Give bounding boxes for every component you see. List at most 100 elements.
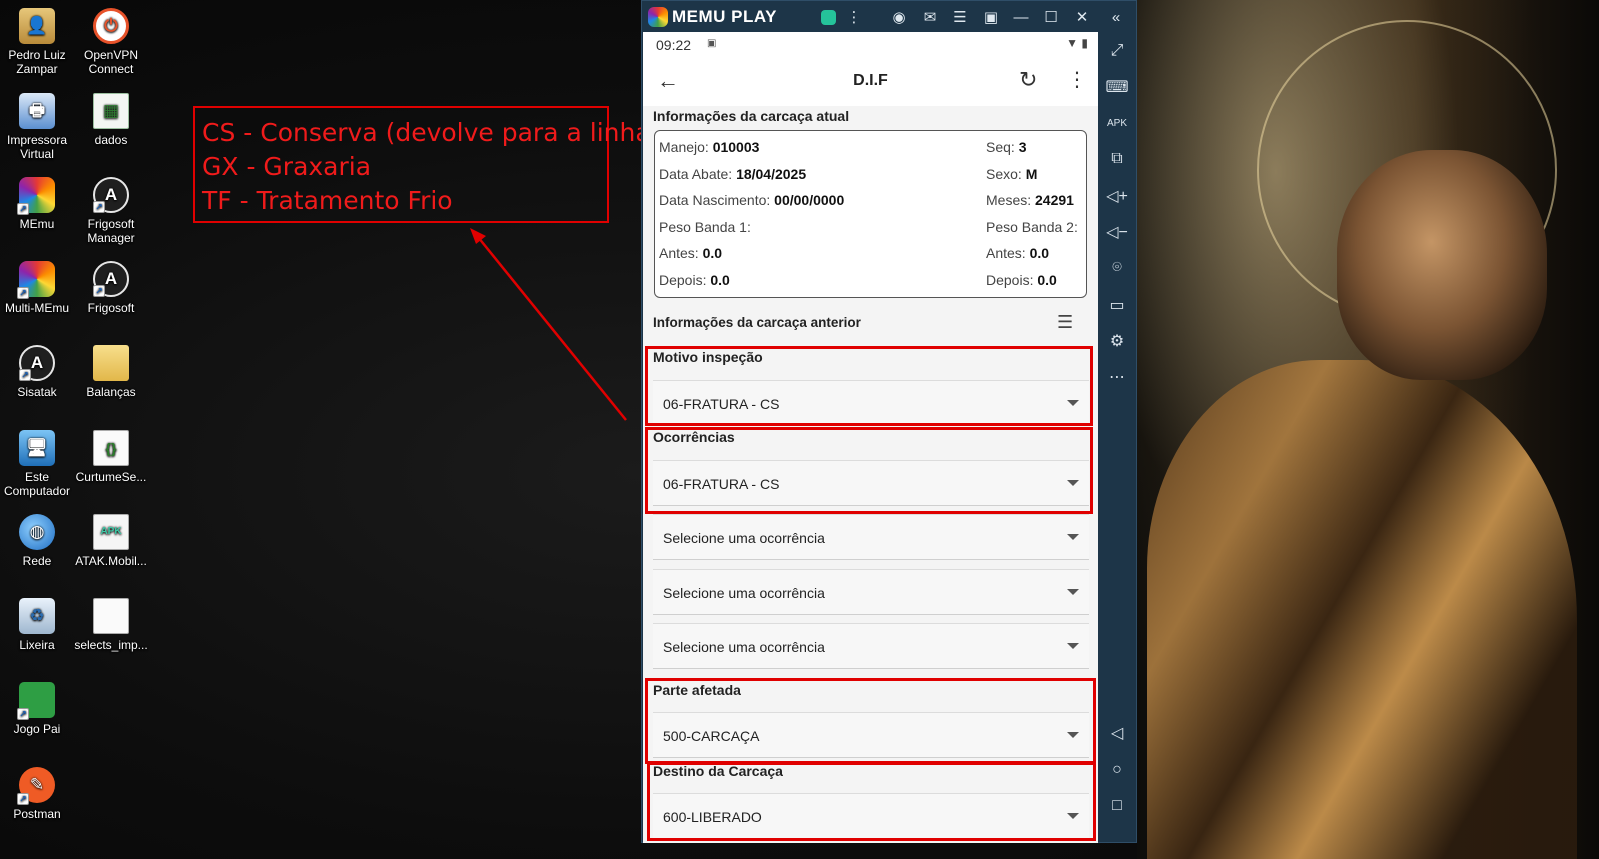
destino-carcaca-select[interactable]: 600-LIBERADO xyxy=(653,793,1089,839)
ocorrencia-select-1[interactable]: 06-FRATURA - CS xyxy=(653,460,1089,506)
desktop-icon-label: Jogo Pai xyxy=(13,722,61,736)
hamburger-menu-icon[interactable]: ☰ xyxy=(1057,312,1073,333)
meses-label: Meses: xyxy=(986,192,1032,208)
apk-install-icon[interactable]: APK xyxy=(1105,111,1129,135)
current-carcass-card: Manejo: 010003 Seq: 3 Data Abate: 18/04/… xyxy=(654,130,1087,298)
status-bar: 09:22 ▣ ▼ ▮ xyxy=(643,32,1098,58)
motivo-inspecao-select[interactable]: 06-FRATURA - CS xyxy=(653,380,1089,426)
antes-2-value: 0.0 xyxy=(1029,245,1050,261)
desktop-icon-label: Este Computador xyxy=(3,470,71,498)
collapse-icon[interactable]: « xyxy=(1105,6,1127,28)
network-icon: ◍ xyxy=(19,514,55,550)
meses-value: 24291 xyxy=(1035,192,1074,208)
destino-carcaca-value: 600-LIBERADO xyxy=(663,809,762,825)
folder-icon[interactable]: ▭ xyxy=(1105,293,1129,317)
ocorrencia-placeholder-4: Selecione uma ocorrência xyxy=(663,639,825,655)
volume-up-icon[interactable]: ◁+ xyxy=(1105,184,1129,208)
keyboard-icon[interactable]: ⌨ xyxy=(1105,75,1129,99)
folder-icon: ↗ xyxy=(17,682,55,720)
text-file-icon xyxy=(93,598,129,634)
more-vert-icon[interactable]: ⋮ xyxy=(1067,67,1087,92)
settings-icon[interactable]: ⚙ xyxy=(1105,329,1129,353)
memu-brand: MEMU PLAY xyxy=(672,6,777,26)
depois-2-value: 0.0 xyxy=(1037,272,1057,288)
desktop-icon-postman[interactable]: ✎ ↗ Postman xyxy=(0,767,74,821)
more-icon[interactable]: ⋮ xyxy=(843,6,865,28)
app-bar: ← D.I.F ↻ ⋮ xyxy=(643,58,1098,106)
account-icon[interactable]: ◉ xyxy=(888,6,910,28)
more-icon[interactable]: ⋯ xyxy=(1105,365,1129,389)
desktop-icon-label: selects_imp... xyxy=(74,638,148,652)
ocorrencia-select-3[interactable]: Selecione uma ocorrência xyxy=(653,569,1089,615)
menu-icon[interactable]: ☰ xyxy=(949,6,971,28)
seq-label: Seq: xyxy=(986,139,1015,155)
memu-logo: MEMU PLAY xyxy=(648,6,777,27)
desktop-icon-atak-mobile[interactable]: APK ATAK.Mobil... xyxy=(74,514,148,568)
desktop-icon-este-computador[interactable]: 🖥 Este Computador xyxy=(0,430,74,498)
previous-carcass-header[interactable]: Informações da carcaça anterior ☰ xyxy=(643,306,1098,338)
refresh-icon[interactable]: ↻ xyxy=(1019,67,1037,93)
mail-icon[interactable]: ✉ xyxy=(919,6,941,28)
seq-row: Seq: 3 xyxy=(986,139,1027,155)
dropdown-caret-icon xyxy=(1067,589,1079,595)
emulator-window: MEMU PLAY ⋮ ◉ ✉ ☰ ▣ — ☐ ✕ « ⤢ ⌨ APK ⧉ ◁+… xyxy=(641,0,1137,843)
desktop-icon-label: Postman xyxy=(13,807,61,821)
ocorrencia-select-2[interactable]: Selecione uma ocorrência xyxy=(653,514,1089,560)
seq-value: 3 xyxy=(1018,139,1027,155)
desktop-icon-rede[interactable]: ◍ Rede xyxy=(0,514,74,568)
desktop-icon-selects-imp[interactable]: selects_imp... xyxy=(74,598,148,652)
ocorrencia-placeholder-3: Selecione uma ocorrência xyxy=(663,585,825,601)
close-icon[interactable]: ✕ xyxy=(1071,6,1093,28)
meses-row: Meses: 24291 xyxy=(986,192,1074,208)
data-abate-row: Data Abate: 18/04/2025 xyxy=(659,166,806,182)
antes-2-row: Antes: 0.0 xyxy=(986,245,1049,261)
wallpaper-figure-head xyxy=(1337,150,1547,380)
ocorrencia-select-4[interactable]: Selecione uma ocorrência xyxy=(653,623,1089,669)
manejo-row: Manejo: 010003 xyxy=(659,139,759,155)
peso-banda-1-label: Peso Banda 1: xyxy=(659,219,751,235)
dropdown-caret-icon xyxy=(1067,400,1079,406)
depois-2-label: Depois: xyxy=(986,272,1034,288)
location-icon[interactable]: ⌾ xyxy=(1105,256,1129,280)
depois-1-value: 0.0 xyxy=(710,272,730,288)
screenshot-icon[interactable]: ▣ xyxy=(980,6,1002,28)
recycle-bin-icon: ♻ xyxy=(19,598,55,634)
previous-carcass-title: Informações da carcaça anterior xyxy=(653,315,861,330)
desktop-icon-lixeira[interactable]: ♻ Lixeira xyxy=(0,598,74,652)
maximize-icon[interactable]: ☐ xyxy=(1040,6,1062,28)
play-store-icon[interactable] xyxy=(817,6,839,28)
status-time: 09:22 xyxy=(656,37,692,53)
volume-down-icon[interactable]: ◁− xyxy=(1105,220,1129,244)
emulator-titlebar: MEMU PLAY ⋮ ◉ ✉ ☰ ▣ — ☐ ✕ « xyxy=(642,1,1136,32)
android-recents-icon[interactable]: □ xyxy=(1105,794,1129,818)
postman-icon: ✎ ↗ xyxy=(17,767,55,805)
multi-window-icon[interactable]: ⧉ xyxy=(1105,147,1129,171)
android-home-icon[interactable]: ○ xyxy=(1105,758,1129,782)
android-screen: 09:22 ▣ ▼ ▮ ← D.I.F ↻ ⋮ Informações da c… xyxy=(643,32,1098,843)
sexo-label: Sexo: xyxy=(986,166,1022,182)
minimize-icon[interactable]: — xyxy=(1010,6,1032,28)
desktop-icon-label: ATAK.Mobil... xyxy=(75,554,147,568)
desktop-icon-label: CurtumeSe... xyxy=(75,470,147,484)
wallpaper-image xyxy=(1137,0,1599,859)
parte-afetada-label: Parte afetada xyxy=(653,682,741,698)
dropdown-caret-icon xyxy=(1067,643,1079,649)
data-abate-label: Data Abate: xyxy=(659,166,733,182)
android-back-icon[interactable]: ◁ xyxy=(1105,721,1129,745)
wallpaper-figure-robe xyxy=(1147,360,1577,859)
fullscreen-icon[interactable]: ⤢ xyxy=(1105,39,1129,63)
antes-1-label: Antes: xyxy=(659,245,699,261)
antes-1-row: Antes: 0.0 xyxy=(659,245,722,261)
main-content: Informações da carcaça atual Manejo: 010… xyxy=(643,106,1098,843)
desktop-icon-jogo-pai[interactable]: ↗ Jogo Pai xyxy=(0,682,74,736)
ocorrencia-value-1: 06-FRATURA - CS xyxy=(663,476,780,492)
desktop-icon-label: Rede xyxy=(22,554,52,568)
parte-afetada-select[interactable]: 500-CARCAÇA xyxy=(653,712,1089,758)
current-carcass-title: Informações da carcaça atual xyxy=(653,108,850,124)
wifi-battery-icon: ▼ ▮ xyxy=(1066,36,1088,50)
depois-1-label: Depois: xyxy=(659,272,707,288)
antes-1-value: 0.0 xyxy=(702,245,723,261)
data-nascimento-label: Data Nascimento: xyxy=(659,192,771,208)
apk-file-icon: APK xyxy=(93,514,129,550)
antes-2-label: Antes: xyxy=(986,245,1026,261)
